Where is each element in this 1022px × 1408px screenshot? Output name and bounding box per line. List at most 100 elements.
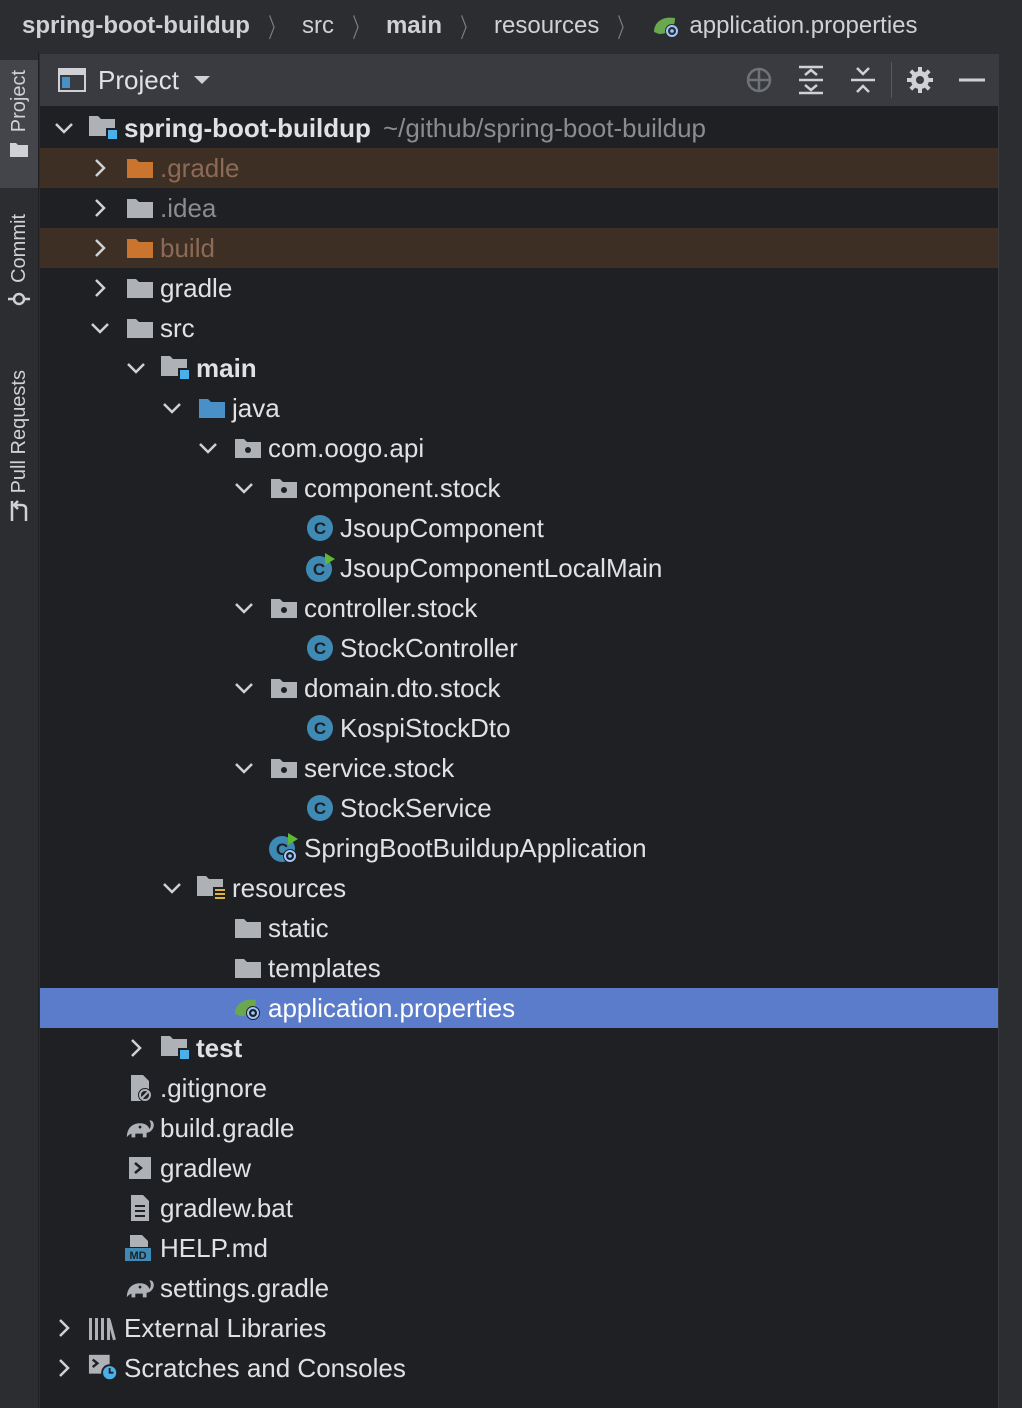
breadcrumb-item-project[interactable]: spring-boot-buildup — [22, 12, 250, 40]
tree-item-label: domain.dto.stock — [304, 672, 501, 703]
tree-item-label: StockController — [340, 632, 518, 663]
tree-row[interactable]: C StockController — [40, 628, 998, 668]
tree-item-label: JsoupComponent — [340, 512, 544, 543]
chevron-down-icon[interactable] — [232, 476, 256, 500]
tree-item-label: JsoupComponentLocalMain — [340, 552, 663, 583]
tree-row[interactable]: C SpringBootBuildupApplication — [40, 828, 998, 868]
chevron-right-icon[interactable] — [88, 196, 112, 220]
chevron-right-icon[interactable] — [88, 276, 112, 300]
tree-row[interactable]: Scratches and Consoles — [40, 1348, 998, 1388]
tree-item-label: KospiStockDto — [340, 712, 511, 743]
tree-row[interactable]: build.gradle — [40, 1108, 998, 1148]
chevron-down-icon[interactable] — [232, 676, 256, 700]
tree-row[interactable]: C StockService — [40, 788, 998, 828]
svg-text:C: C — [314, 719, 326, 738]
tree-row[interactable]: test — [40, 1028, 998, 1068]
tree-item-label: com.oogo.api — [268, 432, 425, 463]
tree-item-label: HELP.md — [160, 1232, 268, 1263]
tree-row[interactable]: controller.stock — [40, 588, 998, 628]
tree-row[interactable]: C JsoupComponent — [40, 508, 998, 548]
panel-header-tools — [733, 54, 998, 106]
tree-row[interactable]: settings.gradle — [40, 1268, 998, 1308]
tool-tab-project[interactable]: Project — [0, 60, 38, 188]
tree-item-label: gradle — [160, 272, 233, 303]
project-view-icon — [58, 68, 86, 92]
tree-row[interactable]: gradlew — [40, 1148, 998, 1188]
tree-item-label: src — [160, 312, 195, 343]
java-class-icon: C — [304, 792, 336, 824]
tree-row[interactable]: gradle — [40, 268, 998, 308]
folder-excluded-icon — [124, 232, 156, 264]
tree-row[interactable]: templates — [40, 948, 998, 988]
panel-right-edge — [998, 54, 1022, 1408]
tree-row[interactable]: component.stock — [40, 468, 998, 508]
shell-script-icon — [124, 1152, 156, 1184]
tree-row[interactable]: spring-boot-buildup ~/github/spring-boot-… — [40, 108, 998, 148]
tree-row[interactable]: com.oogo.api — [40, 428, 998, 468]
tree-item-label: static — [268, 912, 329, 943]
chevron-down-icon[interactable] — [196, 436, 220, 460]
tool-tab-commit[interactable]: Commit — [0, 214, 38, 334]
tree-row[interactable]: gradlew.bat — [40, 1188, 998, 1228]
tree-row[interactable]: resources — [40, 868, 998, 908]
svg-text:C: C — [314, 799, 326, 818]
gear-icon[interactable] — [894, 54, 946, 106]
text-file-icon — [124, 1192, 156, 1224]
chevron-down-icon[interactable] — [193, 74, 211, 86]
project-tree: spring-boot-buildup ~/github/spring-boot-… — [40, 108, 998, 1388]
project-panel: Project spring-boot-buildup ~/github/spri… — [40, 54, 998, 1408]
breadcrumb-item-resources[interactable]: resources — [494, 12, 599, 40]
chevron-right-icon[interactable] — [88, 236, 112, 260]
expand-all-icon[interactable] — [785, 54, 837, 106]
tree-item-label: component.stock — [304, 472, 501, 503]
tree-row[interactable]: domain.dto.stock — [40, 668, 998, 708]
tree-row[interactable]: service.stock — [40, 748, 998, 788]
tree-row[interactable]: main — [40, 348, 998, 388]
tree-item-label: .idea — [160, 192, 217, 223]
tree-item-label: resources — [232, 872, 347, 903]
tree-row[interactable]: build — [40, 228, 998, 268]
breadcrumb-item-src[interactable]: src — [302, 12, 334, 40]
chevron-down-icon[interactable] — [232, 756, 256, 780]
tree-row[interactable]: .gradle — [40, 148, 998, 188]
chevron-right-icon[interactable] — [52, 1356, 76, 1380]
tree-item-label: build.gradle — [160, 1112, 295, 1143]
tree-item-label: templates — [268, 952, 381, 983]
folder-icon — [232, 912, 264, 944]
tree-row[interactable]: application.properties — [40, 988, 998, 1028]
package-icon — [268, 752, 300, 784]
breadcrumb-item-file[interactable]: application.properties — [651, 12, 918, 40]
chevron-down-icon[interactable] — [88, 316, 112, 340]
tree-item-label: settings.gradle — [160, 1272, 330, 1303]
tool-tab-project-label: Project — [7, 70, 30, 133]
tool-tab-pull-requests-label: Pull Requests — [7, 370, 30, 494]
module-folder-icon — [160, 1032, 192, 1064]
chevron-down-icon[interactable] — [160, 876, 184, 900]
chevron-down-icon[interactable] — [124, 356, 148, 380]
tree-row[interactable]: .gitignore — [40, 1068, 998, 1108]
tree-row[interactable]: static — [40, 908, 998, 948]
tree-row[interactable]: .idea — [40, 188, 998, 228]
tool-tab-pull-requests[interactable]: Pull Requests — [0, 370, 38, 546]
minimize-icon[interactable] — [946, 54, 998, 106]
tree-row[interactable]: C KospiStockDto — [40, 708, 998, 748]
tree-row[interactable]: java — [40, 388, 998, 428]
locate-file-icon[interactable] — [733, 54, 785, 106]
tree-row[interactable]: src — [40, 308, 998, 348]
panel-title[interactable]: Project — [98, 65, 179, 96]
collapse-all-icon[interactable] — [837, 54, 889, 106]
chevron-down-icon[interactable] — [52, 116, 76, 140]
chevron-right-icon[interactable] — [124, 1036, 148, 1060]
chevron-right-icon[interactable] — [88, 156, 112, 180]
svg-text:C: C — [313, 560, 325, 579]
breadcrumb: spring-boot-buildup 〉 src 〉 main 〉 resou… — [0, 0, 1022, 52]
chevron-right-icon[interactable] — [52, 1316, 76, 1340]
chevron-down-icon[interactable] — [232, 596, 256, 620]
tree-row[interactable]: C JsoupComponentLocalMain — [40, 548, 998, 588]
tree-row[interactable]: External Libraries — [40, 1308, 998, 1348]
chevron-down-icon[interactable] — [160, 396, 184, 420]
gitignore-icon — [124, 1072, 156, 1104]
breadcrumb-item-main[interactable]: main — [386, 12, 442, 40]
tree-row[interactable]: MD HELP.md — [40, 1228, 998, 1268]
libraries-icon — [88, 1312, 120, 1344]
